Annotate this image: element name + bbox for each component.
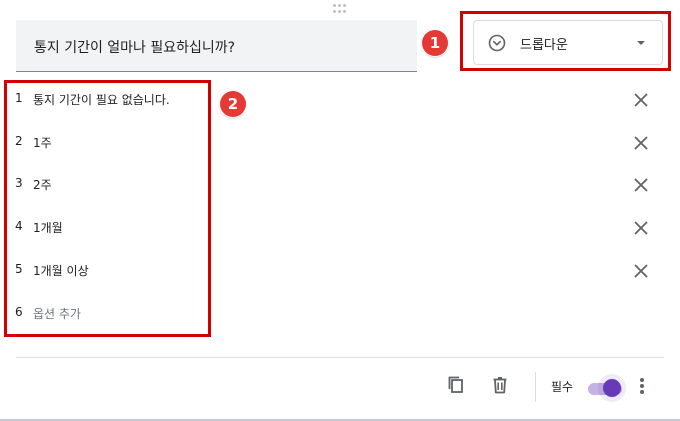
annotation-highlight-type (460, 11, 671, 71)
question-title-field[interactable]: 통지 기간이 얼마나 필요하십니까? (16, 20, 417, 72)
copy-icon[interactable] (446, 375, 466, 395)
close-icon[interactable] (632, 134, 650, 152)
annotation-highlight-options (4, 80, 211, 337)
toolbar-separator (535, 372, 536, 402)
annotation-badge-1: 1 (422, 30, 448, 56)
close-icon[interactable] (632, 176, 650, 194)
required-toggle[interactable] (585, 374, 629, 402)
footer-divider (16, 357, 664, 358)
question-title-text: 통지 기간이 얼마나 필요하십니까? (34, 40, 236, 56)
delete-icon[interactable] (490, 375, 510, 395)
toggle-knob (603, 379, 621, 397)
more-vert-icon[interactable] (637, 376, 647, 396)
close-icon[interactable] (632, 219, 650, 237)
question-card: 통지 기간이 얼마나 필요하십니까? 드롭다운 1 1 통지 기간이 필요 없습… (0, 0, 680, 421)
drag-handle-icon[interactable] (333, 4, 347, 14)
close-icon[interactable] (632, 91, 650, 109)
required-label: 필수 (551, 380, 574, 394)
close-icon[interactable] (632, 262, 650, 280)
annotation-badge-2: 2 (220, 91, 246, 117)
